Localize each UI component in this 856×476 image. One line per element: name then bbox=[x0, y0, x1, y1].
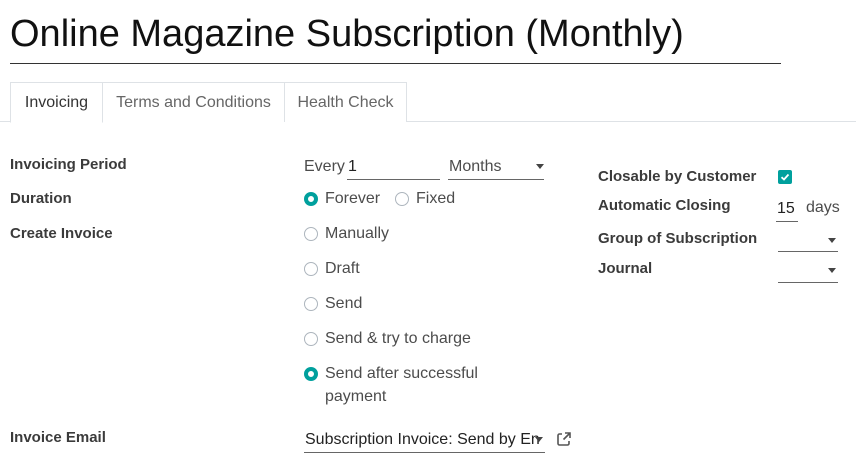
automatic-closing-input[interactable]: 15 bbox=[776, 196, 798, 222]
invoicing-period-label: Invoicing Period bbox=[10, 156, 127, 173]
create-invoice-send-after-payment-label: Send after successful bbox=[325, 365, 478, 382]
group-of-subscription-label: Group of Subscription bbox=[598, 230, 758, 247]
invoicing-unit-select[interactable]: Months bbox=[448, 154, 544, 180]
automatic-closing-unit: days bbox=[806, 199, 840, 216]
tab-health-check[interactable]: Health Check bbox=[284, 82, 407, 122]
create-invoice-manually-radio[interactable] bbox=[304, 227, 318, 241]
create-invoice-send-after-payment-radio[interactable] bbox=[304, 367, 318, 381]
create-invoice-draft-radio[interactable] bbox=[304, 262, 318, 276]
closable-by-customer-label: Closable by Customer bbox=[598, 168, 757, 185]
create-invoice-send-after-payment-label-line2: payment bbox=[325, 388, 387, 405]
duration-forever-radio[interactable] bbox=[304, 192, 318, 206]
tab-invoicing[interactable]: Invoicing bbox=[10, 82, 103, 123]
journal-label: Journal bbox=[598, 260, 653, 277]
invoice-email-value: Subscription Invoice: Send by En bbox=[305, 431, 540, 448]
every-prefix: Every bbox=[304, 158, 345, 175]
caret-down-icon bbox=[828, 268, 836, 273]
invoicing-unit-value: Months bbox=[449, 158, 502, 175]
duration-forever-label: Forever bbox=[325, 190, 381, 207]
invoice-email-select[interactable]: Subscription Invoice: Send by En bbox=[304, 427, 545, 453]
form-tabs: Invoicing Terms and Conditions Health Ch… bbox=[0, 82, 856, 123]
caret-down-icon bbox=[828, 238, 836, 243]
closable-by-customer-checkbox[interactable] bbox=[778, 170, 792, 184]
invoicing-interval-input[interactable]: 1 bbox=[347, 154, 440, 180]
invoice-email-label: Invoice Email bbox=[10, 429, 106, 446]
duration-fixed-radio[interactable] bbox=[395, 192, 409, 206]
create-invoice-manually-label: Manually bbox=[325, 225, 390, 242]
create-invoice-send-label: Send bbox=[325, 295, 363, 312]
check-icon bbox=[780, 173, 790, 181]
caret-down-icon bbox=[536, 164, 544, 169]
create-invoice-send-radio[interactable] bbox=[304, 297, 318, 311]
record-title[interactable]: Online Magazine Subscription (Monthly) bbox=[10, 12, 781, 64]
create-invoice-send-charge-label: Send & try to charge bbox=[325, 330, 471, 347]
create-invoice-label: Create Invoice bbox=[10, 225, 113, 242]
caret-down-icon bbox=[535, 437, 543, 442]
external-link-icon[interactable] bbox=[556, 431, 572, 447]
duration-fixed-label: Fixed bbox=[416, 190, 456, 207]
create-invoice-draft-label: Draft bbox=[325, 260, 360, 277]
duration-label: Duration bbox=[10, 190, 72, 207]
automatic-closing-label: Automatic Closing bbox=[598, 197, 731, 214]
tab-terms-and-conditions[interactable]: Terms and Conditions bbox=[102, 82, 285, 122]
create-invoice-send-charge-radio[interactable] bbox=[304, 332, 318, 346]
